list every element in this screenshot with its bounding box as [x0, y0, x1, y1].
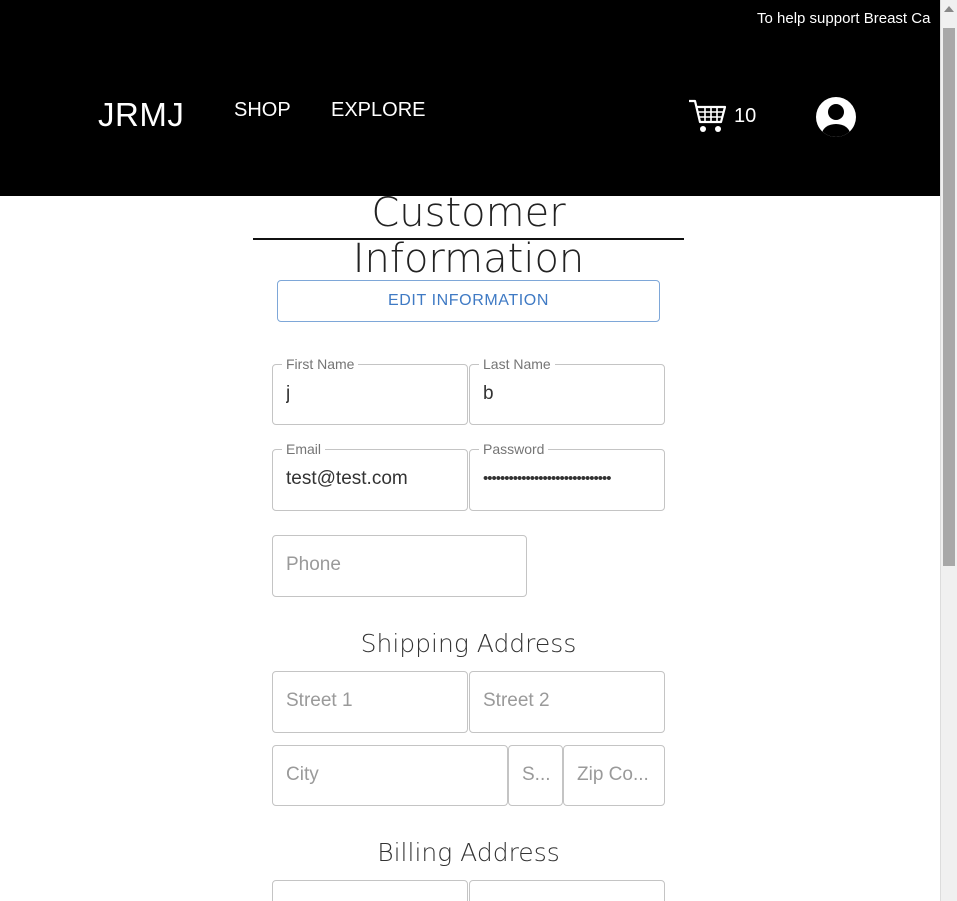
scrollbar-thumb[interactable] — [943, 28, 955, 566]
email-label: Email — [282, 442, 326, 456]
user-account-icon[interactable] — [816, 97, 856, 137]
shopping-cart-icon — [689, 99, 727, 132]
shipping-address-heading: Shipping Address — [360, 629, 577, 658]
billing-street2-field[interactable] — [469, 880, 665, 901]
shipping-street2-field[interactable]: Street 2 — [469, 671, 665, 733]
vertical-scrollbar[interactable] — [940, 0, 957, 901]
password-masked-value: •••••••••••••••••••••••••••••• — [483, 470, 612, 487]
last-name-label: Last Name — [479, 357, 555, 371]
password-label: Password — [479, 442, 549, 456]
last-name-value: b — [483, 383, 494, 404]
email-value: test@test.com — [286, 468, 408, 489]
brand-logo[interactable]: JRMJ — [98, 96, 184, 134]
billing-street1-field[interactable] — [272, 880, 468, 901]
page-title: Customer Information — [352, 190, 585, 282]
state-placeholder: S... — [522, 764, 551, 785]
street2-placeholder: Street 2 — [483, 690, 550, 711]
cart-count-badge: 10 — [734, 104, 757, 127]
shipping-city-field[interactable]: City — [272, 745, 508, 806]
promo-banner-text: To help support Breast Ca — [757, 10, 931, 27]
site-header: To help support Breast Ca JRMJ SHOP EXPL… — [0, 0, 940, 196]
nav-explore-link[interactable]: EXPLORE — [331, 99, 425, 122]
first-name-field[interactable]: First Name j — [272, 357, 468, 425]
billing-address-heading: Billing Address — [377, 838, 560, 867]
shipping-street1-field[interactable]: Street 1 — [272, 671, 468, 733]
first-name-label: First Name — [282, 357, 359, 371]
shipping-state-field[interactable]: S... — [508, 745, 563, 806]
street1-placeholder: Street 1 — [286, 690, 353, 711]
last-name-field[interactable]: Last Name b — [469, 357, 665, 425]
title-underline — [253, 238, 684, 240]
edit-information-button[interactable]: EDIT INFORMATION — [277, 280, 660, 322]
email-field[interactable]: Email test@test.com — [272, 442, 468, 511]
nav-shop-link[interactable]: SHOP — [234, 99, 291, 122]
shipping-zip-field[interactable]: Zip Co... — [563, 745, 665, 806]
page: To help support Breast Ca JRMJ SHOP EXPL… — [0, 0, 940, 901]
password-field[interactable]: Password •••••••••••••••••••••••••••••• — [469, 442, 665, 511]
phone-placeholder: Phone — [286, 554, 341, 575]
zip-placeholder: Zip Co... — [577, 764, 649, 785]
cart-button[interactable]: 10 — [688, 98, 756, 134]
city-placeholder: City — [286, 764, 319, 785]
first-name-value: j — [286, 383, 291, 404]
scroll-up-arrow-icon[interactable] — [944, 6, 954, 12]
phone-field[interactable]: Phone — [272, 535, 527, 597]
